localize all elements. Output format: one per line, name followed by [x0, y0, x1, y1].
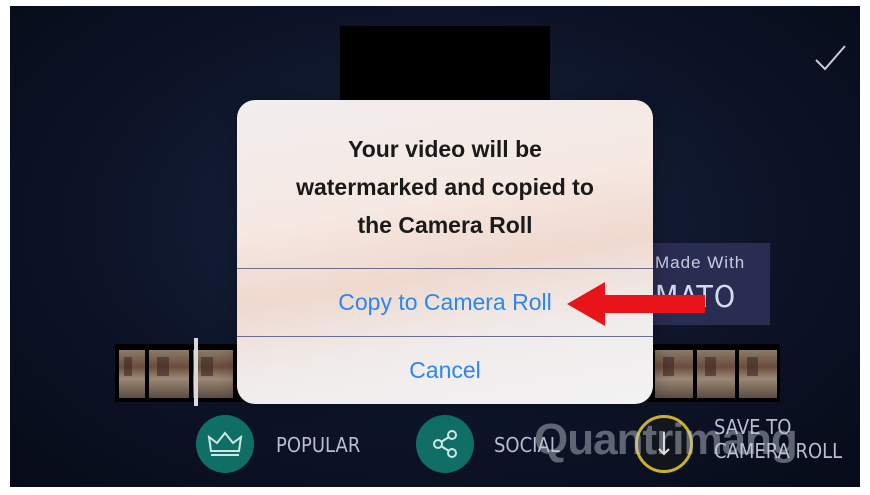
- playhead-handle[interactable]: [194, 338, 198, 406]
- badge-line1: Made With: [655, 253, 746, 272]
- crown-icon: [207, 431, 243, 456]
- alert-message-line: watermarked and copied to: [296, 174, 594, 200]
- checkmark-icon[interactable]: [810, 38, 850, 78]
- filmstrip-frame: [149, 350, 189, 398]
- site-watermark: Quantrimang: [534, 415, 798, 464]
- filmstrip-frame: [193, 350, 233, 398]
- alert-message-line: the Camera Roll: [357, 212, 533, 238]
- filmstrip-frame: [697, 350, 735, 398]
- social-button[interactable]: [416, 415, 474, 473]
- filmstrip-frame: [119, 350, 145, 398]
- popular-label[interactable]: POPULAR: [276, 433, 360, 457]
- red-arrow-icon: [567, 282, 705, 326]
- filmstrip-frame: [739, 350, 777, 398]
- share-icon: [433, 430, 457, 458]
- video-preview: [340, 26, 550, 106]
- alert-message: Your video will be watermarked and copie…: [257, 130, 633, 244]
- popular-button[interactable]: [196, 415, 254, 473]
- cancel-button[interactable]: Cancel: [237, 336, 653, 404]
- alert-dialog: Your video will be watermarked and copie…: [237, 100, 653, 404]
- filmstrip-frame: [655, 350, 693, 398]
- alert-message-line: Your video will be: [348, 136, 542, 162]
